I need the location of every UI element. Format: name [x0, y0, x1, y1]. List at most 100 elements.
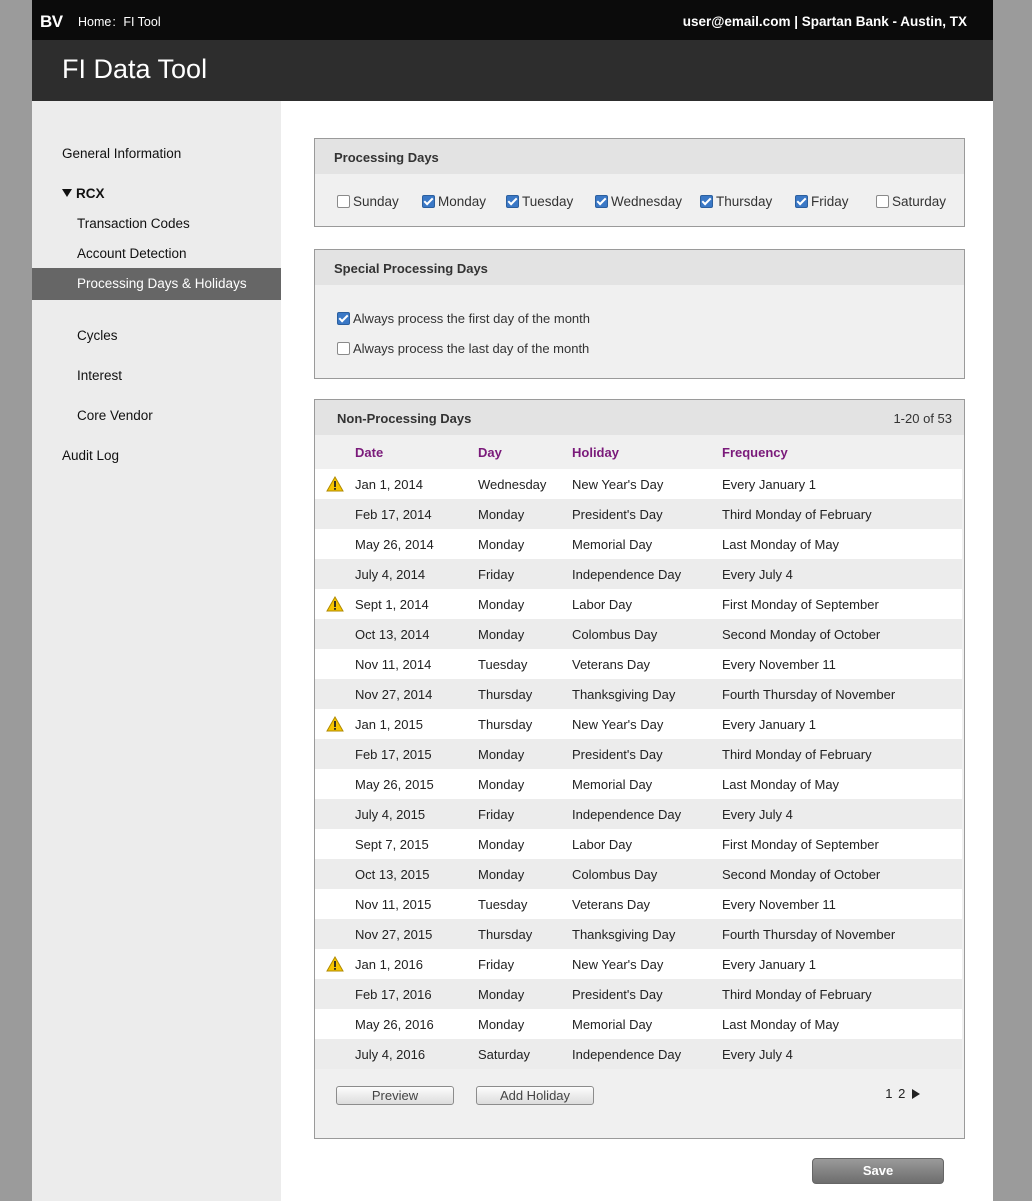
table-row[interactable]: May 26, 2014 Monday Memorial Day Last Monda… — [315, 529, 962, 559]
holiday-table: Date Day Holiday Frequency Jan 1, 2014 We… — [315, 435, 962, 1069]
table-row[interactable]: May 26, 2015 Monday Memorial Day Last Monda… — [315, 769, 962, 799]
row-icon-cell — [315, 889, 355, 919]
page-1-link[interactable]: 1 — [885, 1086, 892, 1101]
next-page-icon[interactable] — [912, 1089, 920, 1099]
column-header-holiday[interactable]: Holiday — [572, 435, 722, 469]
cell-frequency: Every November 11 — [722, 649, 962, 679]
panel-title: Non-Processing Days — [337, 411, 472, 426]
preview-button[interactable]: Preview — [336, 1086, 454, 1105]
table-row[interactable]: Nov 11, 2014 Tuesday Veterans Day Every Nov… — [315, 649, 962, 679]
table-row[interactable]: Oct 13, 2014 Monday Colombus Day Second Mon… — [315, 619, 962, 649]
cell-holiday: Labor Day — [572, 829, 722, 859]
cell-date: May 26, 2015 — [355, 769, 478, 799]
table-row[interactable]: Jan 1, 2014 Wednesday New Year's Day Every … — [315, 469, 962, 499]
checkbox-tuesday[interactable]: Tuesday — [506, 194, 573, 209]
checkbox-friday[interactable]: Friday — [795, 194, 849, 209]
cell-date: Oct 13, 2015 — [355, 859, 478, 889]
cell-date: Nov 27, 2014 — [355, 679, 478, 709]
checkbox-monday[interactable]: Monday — [422, 194, 486, 209]
cell-day: Tuesday — [478, 649, 572, 679]
row-icon-cell — [315, 649, 355, 679]
checkbox-box[interactable] — [700, 195, 713, 208]
checkbox-box[interactable] — [422, 195, 435, 208]
cell-date: Jan 1, 2015 — [355, 709, 478, 739]
breadcrumb-separator: : — [112, 15, 116, 29]
checkbox-sunday[interactable]: Sunday — [337, 194, 399, 209]
top-bar: BV Home: FI Tool user@email.com | Sparta… — [32, 0, 993, 40]
checkbox-box[interactable] — [595, 195, 608, 208]
checkbox-first-day-of-month[interactable]: Always process the first day of the mont… — [337, 311, 590, 326]
app-window: BV Home: FI Tool user@email.com | Sparta… — [32, 0, 993, 1201]
sidebar-item-audit-log[interactable]: Audit Log — [32, 448, 311, 463]
cell-date: Sept 1, 2014 — [355, 589, 478, 619]
sidebar-item-general-information[interactable]: General Information — [32, 146, 311, 161]
checkbox-box[interactable] — [337, 342, 350, 355]
cell-date: July 4, 2014 — [355, 559, 478, 589]
warning-icon — [326, 956, 344, 972]
table-row[interactable]: Nov 27, 2015 Thursday Thanksgiving Day Four… — [315, 919, 962, 949]
column-header-date[interactable]: Date — [355, 435, 478, 469]
sidebar-item-processing-days-holidays[interactable]: Processing Days & Holidays — [32, 268, 281, 300]
cell-holiday: President's Day — [572, 739, 722, 769]
checkbox-label: Always process the last day of the month — [353, 341, 590, 356]
cell-frequency: Last Monday of May — [722, 529, 962, 559]
checkbox-label: Wednesday — [611, 194, 683, 209]
sidebar-group-rcx[interactable]: RCX — [32, 186, 311, 201]
table-row[interactable]: July 4, 2016 Saturday Independence Day Ever… — [315, 1039, 962, 1069]
checkbox-last-day-of-month[interactable]: Always process the last day of the month — [337, 341, 589, 356]
row-icon-cell — [315, 469, 355, 499]
checkbox-label: Always process the first day of the mont… — [353, 311, 590, 326]
save-button[interactable]: Save — [812, 1158, 944, 1184]
table-row[interactable]: Feb 17, 2016 Monday President's Day Third M… — [315, 979, 962, 1009]
page-2-link[interactable]: 2 — [898, 1086, 905, 1101]
table-row[interactable]: Sept 1, 2014 Monday Labor Day First Monday … — [315, 589, 962, 619]
cell-holiday: Thanksgiving Day — [572, 679, 722, 709]
cell-date: Sept 7, 2015 — [355, 829, 478, 859]
table-row[interactable]: Sept 7, 2015 Monday Labor Day First Monday … — [315, 829, 962, 859]
checkbox-saturday[interactable]: Saturday — [876, 194, 946, 209]
cell-frequency: Last Monday of May — [722, 1009, 962, 1039]
cell-day: Thursday — [478, 919, 572, 949]
cell-date: Oct 13, 2014 — [355, 619, 478, 649]
brand-logo[interactable]: BV — [40, 12, 63, 32]
checkbox-box[interactable] — [506, 195, 519, 208]
table-header-row: Date Day Holiday Frequency — [315, 435, 962, 469]
add-holiday-button[interactable]: Add Holiday — [476, 1086, 594, 1105]
checkbox-label: Tuesday — [522, 194, 574, 209]
cell-day: Monday — [478, 1009, 572, 1039]
sidebar: General Information RCX Transaction Code… — [32, 101, 281, 1201]
table-row[interactable]: Oct 13, 2015 Monday Colombus Day Second Mon… — [315, 859, 962, 889]
cell-day: Monday — [478, 829, 572, 859]
checkbox-thursday[interactable]: Thursday — [700, 194, 772, 209]
cell-date: Nov 27, 2015 — [355, 919, 478, 949]
table-row[interactable]: Jan 1, 2015 Thursday New Year's Day Every J… — [315, 709, 962, 739]
checkbox-box[interactable] — [337, 312, 350, 325]
column-header-day[interactable]: Day — [478, 435, 572, 469]
table-row[interactable]: Feb 17, 2014 Monday President's Day Third M… — [315, 499, 962, 529]
table-row[interactable]: May 26, 2016 Monday Memorial Day Last Monda… — [315, 1009, 962, 1039]
cell-date: July 4, 2016 — [355, 1039, 478, 1069]
checkbox-wednesday[interactable]: Wednesday — [595, 194, 682, 209]
column-header-frequency[interactable]: Frequency — [722, 435, 962, 469]
cell-holiday: Independence Day — [572, 1039, 722, 1069]
record-count: 1-20 of 53 — [893, 411, 952, 426]
cell-day: Friday — [478, 949, 572, 979]
cell-day: Monday — [478, 589, 572, 619]
cell-frequency: First Monday of September — [722, 589, 962, 619]
checkbox-box[interactable] — [795, 195, 808, 208]
table-row[interactable]: July 4, 2014 Friday Independence Day Every … — [315, 559, 962, 589]
checkbox-box[interactable] — [337, 195, 350, 208]
cell-day: Thursday — [478, 679, 572, 709]
row-icon-cell — [315, 1039, 355, 1069]
panel-header: Special Processing Days — [315, 250, 964, 285]
checkbox-box[interactable] — [876, 195, 889, 208]
cell-day: Monday — [478, 769, 572, 799]
table-row[interactable]: Feb 17, 2015 Monday President's Day Third M… — [315, 739, 962, 769]
row-icon-cell — [315, 589, 355, 619]
table-row[interactable]: Nov 11, 2015 Tuesday Veterans Day Every Nov… — [315, 889, 962, 919]
table-row[interactable]: Jan 1, 2016 Friday New Year's Day Every Jan… — [315, 949, 962, 979]
processing-days-panel: Processing Days Sunday Monday Tuesday We… — [314, 138, 965, 227]
breadcrumb-home[interactable]: Home — [78, 15, 111, 29]
table-row[interactable]: Nov 27, 2014 Thursday Thanksgiving Day Four… — [315, 679, 962, 709]
table-row[interactable]: July 4, 2015 Friday Independence Day Every … — [315, 799, 962, 829]
